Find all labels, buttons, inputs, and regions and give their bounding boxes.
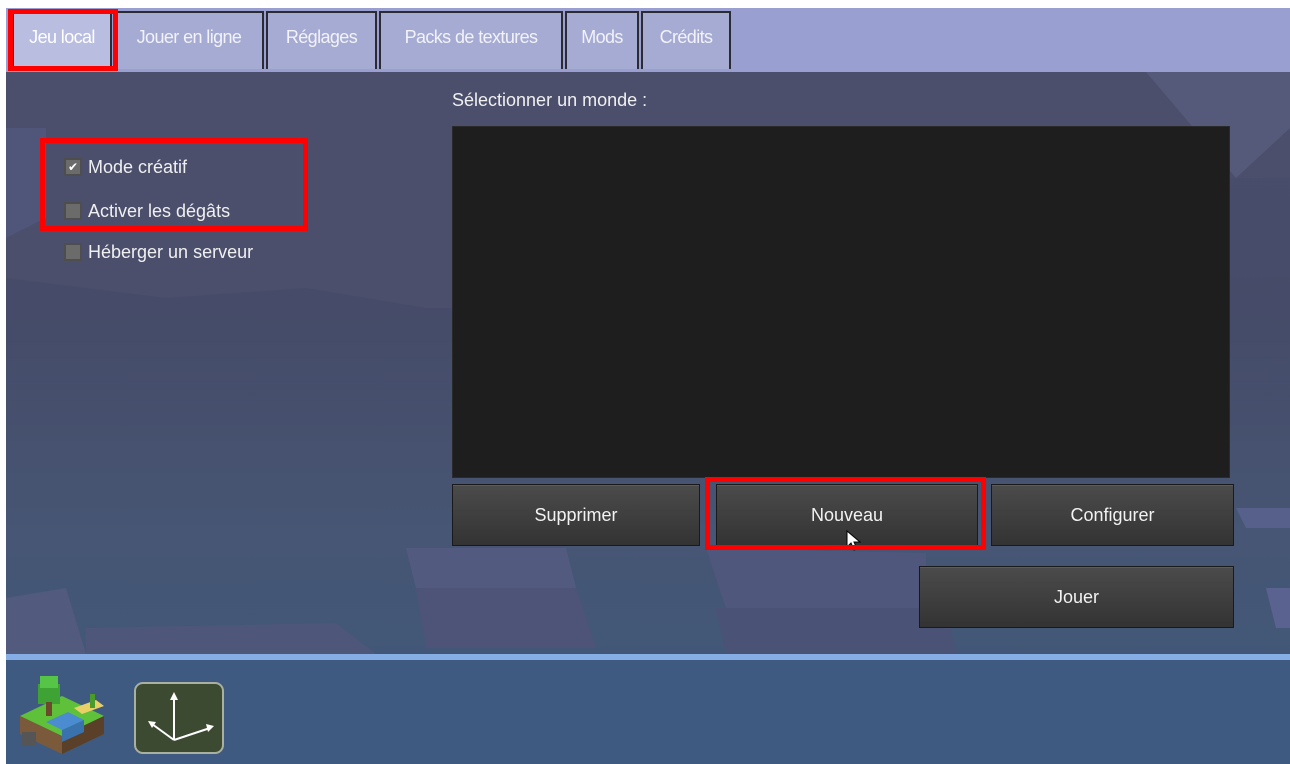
tab-label: Mods <box>581 27 623 47</box>
minetest-game-icon[interactable] <box>16 672 108 756</box>
tab-label: Jouer en ligne <box>136 27 242 47</box>
tab-label: Jeu local <box>29 27 95 47</box>
configure-button[interactable]: Configurer <box>991 484 1234 546</box>
tab-jeu-local[interactable]: Jeu local <box>12 11 112 69</box>
tab-bar: Jeu local Jouer en ligne Réglages Packs … <box>6 8 1290 72</box>
tab-label: Réglages <box>285 27 358 47</box>
enable-damage-checkbox[interactable]: Activer les dégâts <box>64 198 230 224</box>
checkbox-label: Mode créatif <box>88 156 188 177</box>
new-button[interactable]: Nouveau <box>716 484 978 546</box>
checkbox-label: Héberger un serveur <box>88 241 254 262</box>
main-menu: Jeu local Jouer en ligne Réglages Packs … <box>6 8 1290 764</box>
tab-credits[interactable]: Crédits <box>641 11 731 69</box>
tab-mods[interactable]: Mods <box>565 11 639 69</box>
play-button[interactable]: Jouer <box>919 566 1234 628</box>
delete-button[interactable]: Supprimer <box>452 484 700 546</box>
tab-label: Packs de textures <box>404 27 538 47</box>
tab-packs-de-textures[interactable]: Packs de textures <box>379 11 563 69</box>
world-list[interactable] <box>452 126 1230 478</box>
checkbox-unchecked[interactable] <box>64 202 82 220</box>
checkbox-unchecked[interactable] <box>64 243 82 261</box>
checkbox-label: Activer les dégâts <box>88 200 231 221</box>
tab-reglages[interactable]: Réglages <box>266 11 377 69</box>
select-world-label: Sélectionner un monde : <box>452 90 648 110</box>
host-server-checkbox[interactable]: Héberger un serveur <box>64 239 253 265</box>
tab-jouer-en-ligne[interactable]: Jouer en ligne <box>114 11 264 69</box>
creative-mode-checkbox[interactable]: ✔ Mode créatif <box>64 154 187 180</box>
checkbox-checked[interactable]: ✔ <box>64 158 82 176</box>
axes-game-icon[interactable] <box>134 682 224 754</box>
tab-label: Crédits <box>659 27 713 47</box>
